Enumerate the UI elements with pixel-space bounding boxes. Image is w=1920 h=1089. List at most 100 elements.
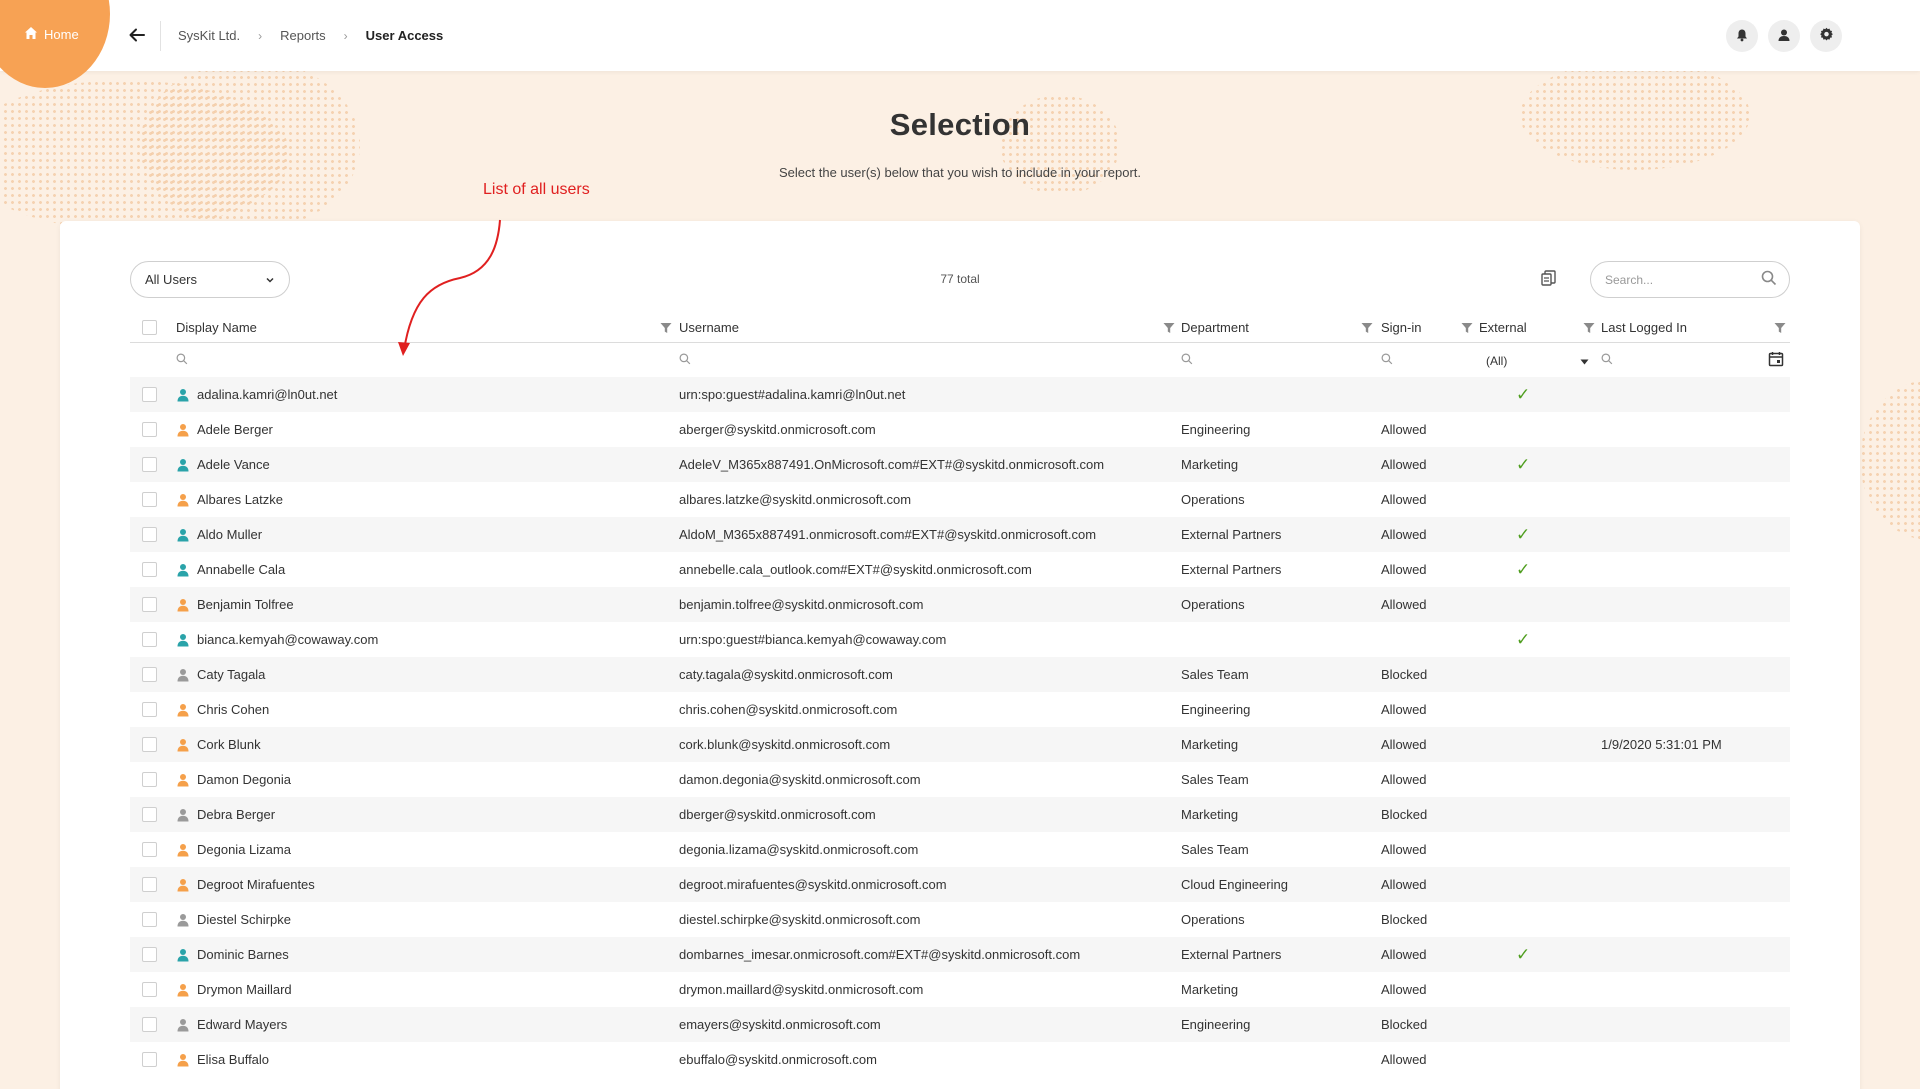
external-filter-select[interactable]: (All): [1479, 354, 1599, 368]
filter-icon[interactable]: [1461, 322, 1473, 334]
table-row[interactable]: Diestel Schirpke diestel.schirpke@syskitd…: [130, 902, 1790, 937]
table-row[interactable]: Debra Berger dberger@syskitd.onmicrosoft.…: [130, 797, 1790, 832]
breadcrumb-reports[interactable]: Reports: [280, 28, 326, 43]
last-logged-in-filter[interactable]: [1601, 343, 1790, 377]
username-filter-input[interactable]: [697, 353, 1138, 367]
breadcrumb-org[interactable]: SysKit Ltd.: [178, 28, 240, 43]
row-checkbox[interactable]: [142, 702, 157, 717]
row-checkbox[interactable]: [142, 982, 157, 997]
select-all-checkbox[interactable]: [142, 320, 157, 335]
display-name: Aldo Muller: [197, 527, 263, 542]
search-input[interactable]: [1605, 272, 1761, 287]
column-header-department[interactable]: Department: [1181, 313, 1377, 342]
table-row[interactable]: Damon Degonia damon.degonia@syskitd.onmic…: [130, 762, 1790, 797]
calendar-icon[interactable]: [1768, 351, 1784, 370]
department-cell: External Partners: [1181, 527, 1282, 542]
display-name-cell: Annabelle Cala: [176, 552, 676, 587]
row-checkbox[interactable]: [142, 562, 157, 577]
filter-icon[interactable]: [1774, 322, 1786, 334]
table-row[interactable]: Drymon Maillard drymon.maillard@syskitd.o…: [130, 972, 1790, 1007]
table-row[interactable]: Adele Berger aberger@syskitd.onmicrosoft.…: [130, 412, 1790, 447]
row-checkbox[interactable]: [142, 1017, 157, 1032]
row-checkbox[interactable]: [142, 772, 157, 787]
search-box[interactable]: [1590, 261, 1790, 298]
row-checkbox[interactable]: [142, 737, 157, 752]
row-checkbox[interactable]: [142, 387, 157, 402]
sign-in-cell: Allowed: [1381, 597, 1427, 612]
settings-button[interactable]: [1810, 20, 1842, 52]
row-select-cell: [142, 972, 162, 1007]
export-button[interactable]: [1540, 269, 1558, 290]
username-cell: caty.tagala@syskitd.onmicrosoft.com: [679, 667, 893, 682]
last-logged-in-cell: [1601, 692, 1790, 727]
table-row[interactable]: Benjamin Tolfree benjamin.tolfree@syskitd…: [130, 587, 1790, 622]
column-label: External: [1479, 320, 1527, 335]
notifications-button[interactable]: [1726, 20, 1758, 52]
external-cell: [1479, 727, 1599, 762]
display-name-cell: Diestel Schirpke: [176, 902, 676, 937]
row-select-cell: [142, 412, 162, 447]
row-checkbox[interactable]: [142, 527, 157, 542]
row-checkbox[interactable]: [142, 457, 157, 472]
row-select-cell: [142, 622, 162, 657]
row-checkbox[interactable]: [142, 807, 157, 822]
filter-icon[interactable]: [1583, 322, 1595, 334]
user-icon: [176, 458, 190, 472]
row-checkbox[interactable]: [142, 632, 157, 647]
row-checkbox[interactable]: [142, 877, 157, 892]
row-select-cell: [142, 657, 162, 692]
filter-icon[interactable]: [660, 322, 672, 334]
row-select-cell: [142, 692, 162, 727]
table-row[interactable]: Elisa Buffalo ebuffalo@syskitd.onmicrosof…: [130, 1042, 1790, 1077]
back-button[interactable]: [128, 26, 146, 47]
table-row[interactable]: Annabelle Cala annebelle.cala_outlook.com…: [130, 552, 1790, 587]
row-checkbox[interactable]: [142, 422, 157, 437]
table-row[interactable]: Cork Blunk cork.blunk@syskitd.onmicrosoft…: [130, 727, 1790, 762]
profile-button[interactable]: [1768, 20, 1800, 52]
row-checkbox[interactable]: [142, 667, 157, 682]
department-filter-input[interactable]: [1199, 353, 1370, 367]
display-name-cell: bianca.kemyah@cowaway.com: [176, 622, 676, 657]
table-row[interactable]: Degroot Mirafuentes degroot.mirafuentes@s…: [130, 867, 1790, 902]
external-cell: [1479, 972, 1599, 1007]
row-checkbox[interactable]: [142, 912, 157, 927]
external-cell: [1479, 587, 1599, 622]
table-row[interactable]: bianca.kemyah@cowaway.com urn:spo:guest#b…: [130, 622, 1790, 657]
column-header-last-logged-in[interactable]: Last Logged In: [1601, 313, 1790, 342]
table-row[interactable]: Chris Cohen chris.cohen@syskitd.onmicroso…: [130, 692, 1790, 727]
department-cell: [1181, 1042, 1377, 1077]
table-row[interactable]: Degonia Lizama degonia.lizama@syskitd.onm…: [130, 832, 1790, 867]
external-cell: [1479, 482, 1599, 517]
row-select-cell: [142, 447, 162, 482]
filter-icon[interactable]: [1361, 322, 1373, 334]
table-row[interactable]: Adele Vance AdeleV_M365x887491.OnMicrosof…: [130, 447, 1790, 482]
table-row[interactable]: Aldo Muller AldoM_M365x887491.onmicrosoft…: [130, 517, 1790, 552]
table-row[interactable]: Dominic Barnes dombarnes_imesar.onmicroso…: [130, 937, 1790, 972]
display-name-cell: Degonia Lizama: [176, 832, 676, 867]
row-checkbox[interactable]: [142, 842, 157, 857]
sign-in-filter[interactable]: [1381, 343, 1471, 377]
row-checkbox[interactable]: [142, 1052, 157, 1067]
column-header-username[interactable]: Username: [679, 313, 1179, 342]
username-filter[interactable]: [679, 343, 1169, 377]
department-filter[interactable]: [1181, 343, 1371, 377]
table-row[interactable]: Edward Mayers emayers@syskitd.onmicrosoft…: [130, 1007, 1790, 1042]
filter-icon[interactable]: [1163, 322, 1175, 334]
row-checkbox[interactable]: [142, 597, 157, 612]
row-checkbox[interactable]: [142, 492, 157, 507]
user-icon: [176, 983, 190, 997]
column-header-external[interactable]: External: [1479, 313, 1599, 342]
sign-in-filter-input[interactable]: [1399, 353, 1471, 367]
last-logged-in-cell: [1601, 377, 1790, 412]
check-icon: ✓: [1516, 454, 1531, 474]
table-row[interactable]: Albares Latzke albares.latzke@syskitd.onm…: [130, 482, 1790, 517]
column-header-sign-in[interactable]: Sign-in: [1381, 313, 1477, 342]
home-button[interactable]: Home: [24, 26, 79, 43]
search-icon[interactable]: [1761, 270, 1777, 289]
external-filter[interactable]: (All): [1479, 343, 1599, 377]
table-row[interactable]: Caty Tagala caty.tagala@syskitd.onmicroso…: [130, 657, 1790, 692]
user-icon: [176, 703, 190, 717]
row-checkbox[interactable]: [142, 947, 157, 962]
user-icon: [176, 1053, 190, 1067]
table-row[interactable]: adalina.kamri@ln0ut.net urn:spo:guest#ada…: [130, 377, 1790, 412]
